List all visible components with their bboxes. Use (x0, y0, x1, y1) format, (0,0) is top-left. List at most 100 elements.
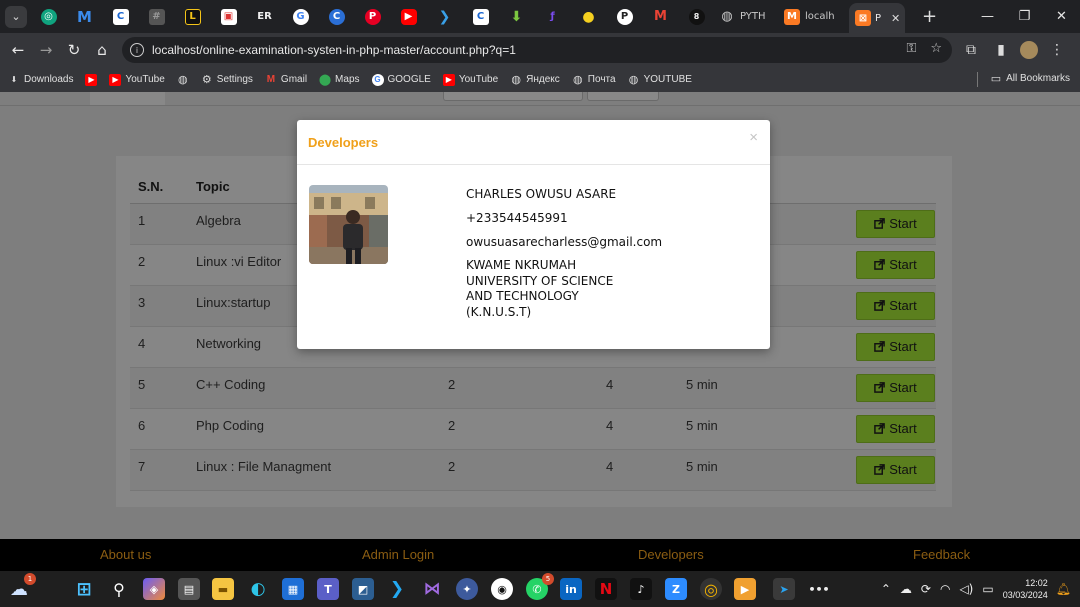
chrome-icon[interactable]: ◎ (700, 578, 722, 600)
app-icon[interactable]: ◩ (352, 578, 374, 600)
footer-admin-link[interactable]: Admin Login (362, 547, 434, 562)
weather-icon[interactable]: ☁ 1 (8, 573, 36, 600)
app-icon[interactable]: ✦ (456, 578, 478, 600)
all-bookmarks-button[interactable]: ▭ All Bookmarks (991, 72, 1070, 85)
start-quiz-button[interactable]: Start (856, 373, 935, 402)
tab-pinned[interactable]: ● (575, 4, 602, 30)
tab-pinned[interactable]: P (359, 4, 386, 30)
vscode-icon[interactable]: ❯ (386, 578, 408, 600)
address-bar[interactable]: i localhost/online-examination-systen-in… (122, 37, 952, 63)
zoom-icon[interactable]: Z (665, 578, 687, 600)
bookmark-youtube[interactable]: ▶ YouTube (109, 73, 165, 86)
start-quiz-button[interactable]: Start (856, 291, 935, 320)
search-input[interactable] (443, 92, 583, 101)
tab-pinned[interactable]: ❯ (431, 4, 458, 30)
start-quiz-button[interactable]: Start (856, 414, 935, 443)
bookmark-globe[interactable]: ◍ (177, 74, 189, 86)
side-panel-icon[interactable]: ▮ (990, 42, 1012, 58)
tab-pinned[interactable]: C (467, 4, 494, 30)
tab-pinned[interactable]: ƒ (539, 4, 566, 30)
wifi-icon[interactable]: ◠ (940, 582, 950, 596)
bookmark-settings[interactable]: ⚙ Settings (201, 74, 253, 86)
battery-icon[interactable]: ▭ (982, 582, 993, 596)
tab-localhost[interactable]: Mlocalh (784, 4, 840, 30)
store-icon[interactable]: ▦ (282, 578, 304, 600)
netflix-icon[interactable]: N (595, 578, 617, 600)
footer-feedback-link[interactable]: Feedback (913, 547, 970, 562)
tab-pinned[interactable]: C (323, 4, 350, 30)
home-icon[interactable]: ⌂ (88, 36, 116, 64)
password-key-icon[interactable]: ⚿ (906, 41, 916, 56)
more-apps-icon[interactable]: ••• (808, 578, 830, 600)
tab-active[interactable]: ⊠ P ✕ (849, 3, 905, 33)
tab-pinned[interactable]: M (71, 4, 98, 30)
bookmark-downloads[interactable]: ⬇ Downloads (8, 74, 74, 86)
volume-icon[interactable]: ◁) (959, 582, 973, 596)
tab-pinned[interactable]: C (107, 4, 134, 30)
sync-icon[interactable]: ⟳ (921, 582, 931, 596)
tab-pinned[interactable]: ▶ (395, 4, 422, 30)
whatsapp-icon[interactable]: ✆ 5 (526, 573, 554, 600)
search-icon[interactable]: ⚲ (108, 578, 130, 600)
footer-about-link[interactable]: About us (100, 547, 151, 562)
forward-arrow-icon[interactable]: → (32, 36, 60, 64)
bookmark-google[interactable]: G GOOGLE (371, 73, 431, 86)
bookmark-youtube[interactable]: ▶ YouTube (442, 73, 498, 86)
close-window-icon[interactable]: ✕ (1043, 0, 1080, 33)
reload-icon[interactable]: ↻ (60, 36, 88, 64)
start-quiz-button[interactable]: Start (856, 332, 935, 361)
bookmark-youtube-caps[interactable]: ◍ YOUTUBE (628, 74, 692, 86)
new-tab-button[interactable]: + (922, 6, 937, 27)
app-icon[interactable]: ▶ (734, 578, 756, 600)
notification-bell-icon[interactable]: 🔔︎ (1056, 582, 1071, 596)
tab-pinned[interactable]: ▣ (215, 4, 242, 30)
bookmark-youtube[interactable]: ▶ (85, 73, 98, 86)
tab-pinned[interactable]: M (647, 4, 674, 30)
extensions-icon[interactable]: ⧉ (960, 42, 982, 58)
start-menu-icon[interactable]: ⊞ (73, 578, 95, 600)
start-quiz-button[interactable]: Start (856, 455, 935, 484)
close-tab-icon[interactable]: ✕ (891, 12, 900, 25)
bookmark-pochta[interactable]: ◍ Почта (572, 74, 616, 86)
task-view-icon[interactable]: ▤ (178, 578, 200, 600)
tiktok-icon[interactable]: ♪ (630, 578, 652, 600)
site-info-icon[interactable]: i (130, 43, 144, 57)
linkedin-icon[interactable]: in (560, 578, 582, 600)
bookmark-gmail[interactable]: M Gmail (265, 74, 307, 86)
tab-pinned[interactable]: ER (251, 4, 278, 30)
tab-pinned[interactable]: # (143, 4, 170, 30)
chevron-up-icon[interactable]: ⌃ (881, 582, 891, 596)
footer-developers-link[interactable]: Developers (638, 547, 704, 562)
restore-icon[interactable]: ❐ (1006, 0, 1043, 33)
onedrive-icon[interactable]: ☁ (900, 582, 912, 596)
copilot-icon[interactable]: ◈ (143, 578, 165, 600)
github-icon[interactable]: ◉ (491, 578, 513, 600)
clock[interactable]: 12:02 03/03/2024 (1003, 577, 1048, 601)
edge-icon[interactable]: ◐ (247, 578, 269, 600)
back-arrow-icon[interactable]: ← (4, 36, 32, 64)
file-explorer-icon[interactable]: ▬ (212, 578, 234, 600)
visual-studio-icon[interactable]: ⋈ (421, 578, 443, 600)
start-quiz-button[interactable]: Start (856, 209, 935, 238)
tab-pinned[interactable]: 8 (683, 4, 710, 30)
bookmark-maps[interactable]: ⬤ Maps (319, 74, 360, 86)
search-button[interactable] (587, 92, 659, 101)
tab-pinned[interactable]: ◎ (35, 4, 62, 30)
url-text[interactable]: localhost/online-examination-systen-in-p… (152, 43, 516, 57)
nav-tab-active[interactable] (90, 92, 165, 106)
start-quiz-button[interactable]: Start (856, 250, 935, 279)
tab-pinned[interactable]: ⬇ (503, 4, 530, 30)
tab-pinned[interactable]: P (611, 4, 638, 30)
tab-pinned[interactable]: G (287, 4, 314, 30)
tab-search-button[interactable]: ⌄ (5, 5, 27, 28)
telegram-icon[interactable]: ➤ (773, 578, 795, 600)
bookmark-yandex[interactable]: ◍ Яндекс (510, 74, 559, 86)
bookmark-star-icon[interactable]: ☆ (930, 41, 942, 56)
close-icon[interactable]: × (749, 129, 758, 146)
more-menu-icon[interactable]: ⋮ (1046, 42, 1068, 58)
minimize-icon[interactable]: — (969, 0, 1006, 33)
tab-pinned[interactable]: L (179, 4, 206, 30)
teams-icon[interactable]: T (317, 578, 339, 600)
tab-python[interactable]: ◍ PYTH (719, 4, 775, 30)
profile-avatar[interactable] (1020, 41, 1038, 59)
